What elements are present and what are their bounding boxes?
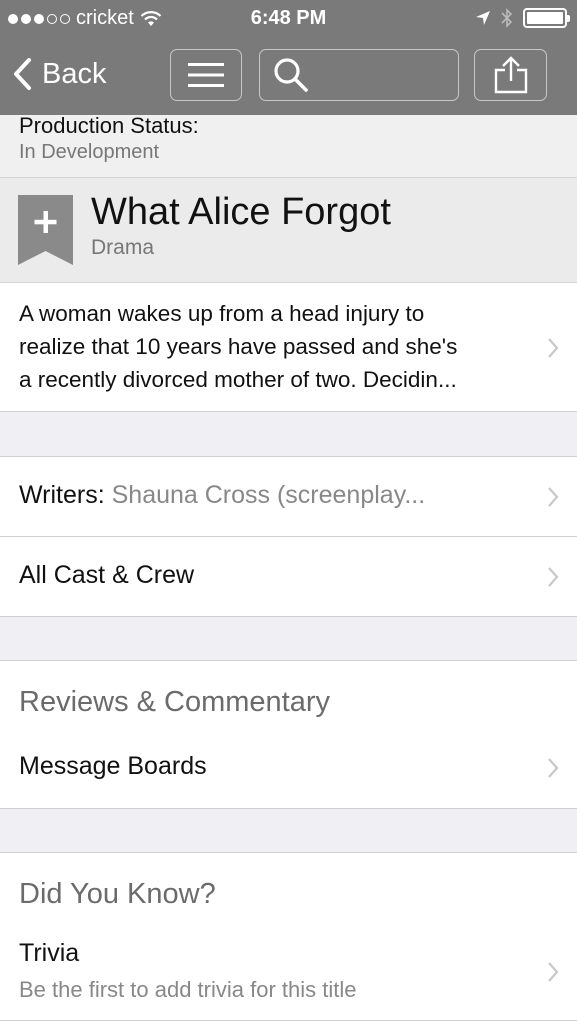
search-button[interactable] [259, 49, 459, 101]
location-arrow-icon [476, 11, 490, 25]
top-bar: cricket 6:48 PM Back [0, 0, 577, 115]
chevron-right-icon [548, 487, 559, 507]
title-section: What Alice Forgot Drama [0, 178, 577, 283]
did-you-know-section: Did You Know? Trivia Be the first to add… [0, 853, 577, 1024]
did-you-know-heading: Did You Know? [19, 878, 216, 910]
chevron-right-icon [548, 758, 559, 778]
reviews-heading: Reviews & Commentary [19, 686, 331, 718]
chevron-right-icon [548, 962, 559, 982]
plot-summary: A woman wakes up from a head injury to r… [19, 297, 541, 396]
chevron-right-icon [548, 567, 559, 587]
bluetooth-icon [501, 8, 513, 28]
add-to-watchlist-icon[interactable] [18, 195, 73, 265]
trivia-subtitle: Be the first to add trivia for this titl… [19, 977, 357, 1002]
writers-text: Writers: Shauna Cross (screenplay... [19, 481, 425, 510]
chevron-right-icon [548, 338, 559, 358]
writers-value: Shauna Cross (screenplay... [111, 481, 426, 509]
share-icon [494, 56, 527, 94]
divider [0, 1020, 577, 1021]
movie-title: What Alice Forgot [91, 191, 391, 233]
menu-button[interactable] [170, 49, 242, 101]
plot-line: A woman wakes up from a head injury to [19, 301, 425, 326]
reviews-section: Reviews & Commentary Message Boards [0, 661, 577, 808]
search-icon [274, 58, 308, 92]
production-status-section: Production Status: In Development [0, 113, 577, 178]
all-cast-crew-row[interactable]: All Cast & Crew [0, 537, 577, 617]
share-button[interactable] [474, 49, 547, 101]
chevron-left-icon [14, 58, 31, 90]
battery-icon [523, 8, 570, 28]
divider [0, 808, 577, 809]
navigation-bar: Back [0, 38, 577, 115]
all-cast-crew-label: All Cast & Crew [19, 561, 195, 589]
writers-label: Writers: [19, 481, 105, 509]
back-button[interactable]: Back [12, 48, 106, 100]
trivia-label[interactable]: Trivia [19, 939, 79, 968]
plot-line: a recently divorced mother of two. Decid… [19, 367, 457, 392]
hamburger-menu-icon [188, 63, 224, 87]
message-boards-link[interactable]: Message Boards [19, 752, 207, 781]
production-status-label: Production Status: [19, 113, 199, 138]
status-right [475, 8, 570, 28]
divider [0, 616, 577, 617]
plot-summary-row[interactable]: A woman wakes up from a head injury to r… [0, 283, 577, 412]
movie-genre: Drama [91, 236, 155, 259]
plot-line: realize that 10 years have passed and sh… [19, 334, 458, 359]
back-label: Back [42, 57, 107, 90]
writers-row[interactable]: Writers: Shauna Cross (screenplay... [0, 457, 577, 537]
production-status-value: In Development [19, 141, 160, 163]
status-bar: cricket 6:48 PM [0, 0, 577, 38]
